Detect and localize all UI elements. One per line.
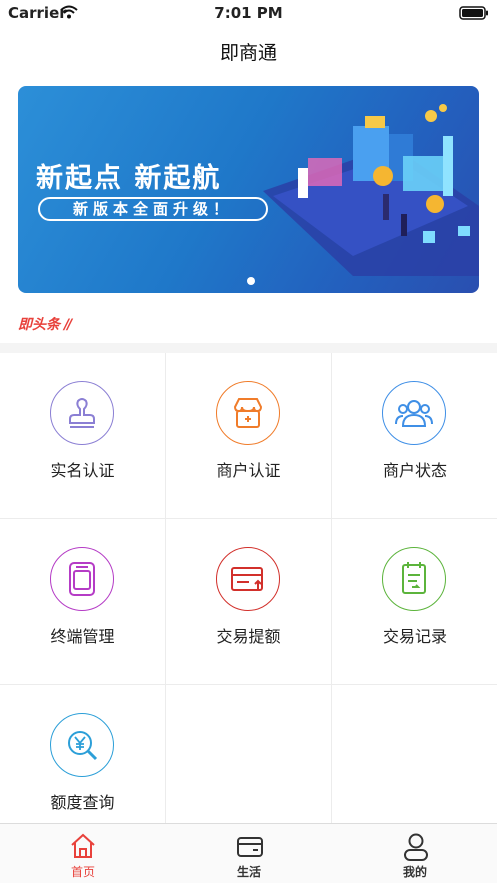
promo-banner[interactable]: 新起点 新起航 新版本全面升级！ [18, 86, 479, 293]
grid-item-transaction-record[interactable]: 交易记录 [332, 519, 497, 685]
news-label[interactable]: 即头条// [18, 314, 72, 336]
tab-bar: 首页 生活 我的 [0, 823, 497, 883]
banner-subline: 新版本全面升级！ [38, 197, 268, 221]
banner-illustration [263, 104, 479, 276]
slash-icon: // [64, 317, 72, 333]
wallet-icon [236, 832, 264, 864]
grid-label: 交易记录 [382, 627, 447, 646]
grid-label: 终端管理 [50, 627, 115, 646]
grid-item-merchant-auth[interactable]: 商户认证 [166, 353, 332, 519]
tab-home[interactable]: 首页 [0, 824, 166, 883]
tab-label: 首页 [70, 865, 95, 879]
grid-label: 额度查询 [50, 793, 115, 812]
grid-item-quota-query[interactable]: 额度查询 [0, 685, 166, 823]
stamp-icon [50, 381, 114, 445]
grid-item-terminal[interactable]: 终端管理 [0, 519, 166, 685]
shop-icon [216, 381, 280, 445]
tab-life[interactable]: 生活 [166, 824, 332, 883]
clock: 7:01 PM [214, 4, 283, 22]
grid-label: 商户认证 [216, 461, 281, 480]
grid-label: 交易提额 [216, 627, 281, 646]
grid-label: 商户状态 [382, 461, 447, 480]
section-divider [0, 343, 497, 353]
nav-bar: 即商通 [0, 26, 497, 76]
grid-empty-cell [332, 685, 497, 823]
record-icon [382, 547, 446, 611]
tab-label: 生活 [236, 865, 261, 879]
status-bar: Carrier 7:01 PM [0, 0, 497, 26]
terminal-icon [50, 547, 114, 611]
feature-grid: 实名认证 商户认证 商户状态 终端管理 交易提额 交易记录 额度查询 [0, 353, 497, 823]
tab-mine[interactable]: 我的 [332, 824, 497, 883]
home-icon [70, 832, 96, 864]
grid-item-real-name[interactable]: 实名认证 [0, 353, 166, 519]
card-upgrade-icon [216, 547, 280, 611]
profile-icon [402, 832, 430, 866]
page-title: 即商通 [219, 42, 277, 64]
battery-icon [459, 5, 489, 24]
news-title: 即头条 [18, 317, 60, 333]
grid-empty-cell [166, 685, 332, 823]
banner-headline: 新起点 新起航 [36, 163, 222, 194]
grid-label: 实名认证 [50, 461, 115, 480]
grid-item-merchant-status[interactable]: 商户状态 [332, 353, 497, 519]
quota-search-icon [50, 713, 114, 777]
tab-label: 我的 [402, 865, 427, 879]
carousel-indicator [247, 277, 255, 285]
users-icon [382, 381, 446, 445]
grid-item-limit-increase[interactable]: 交易提额 [166, 519, 332, 685]
